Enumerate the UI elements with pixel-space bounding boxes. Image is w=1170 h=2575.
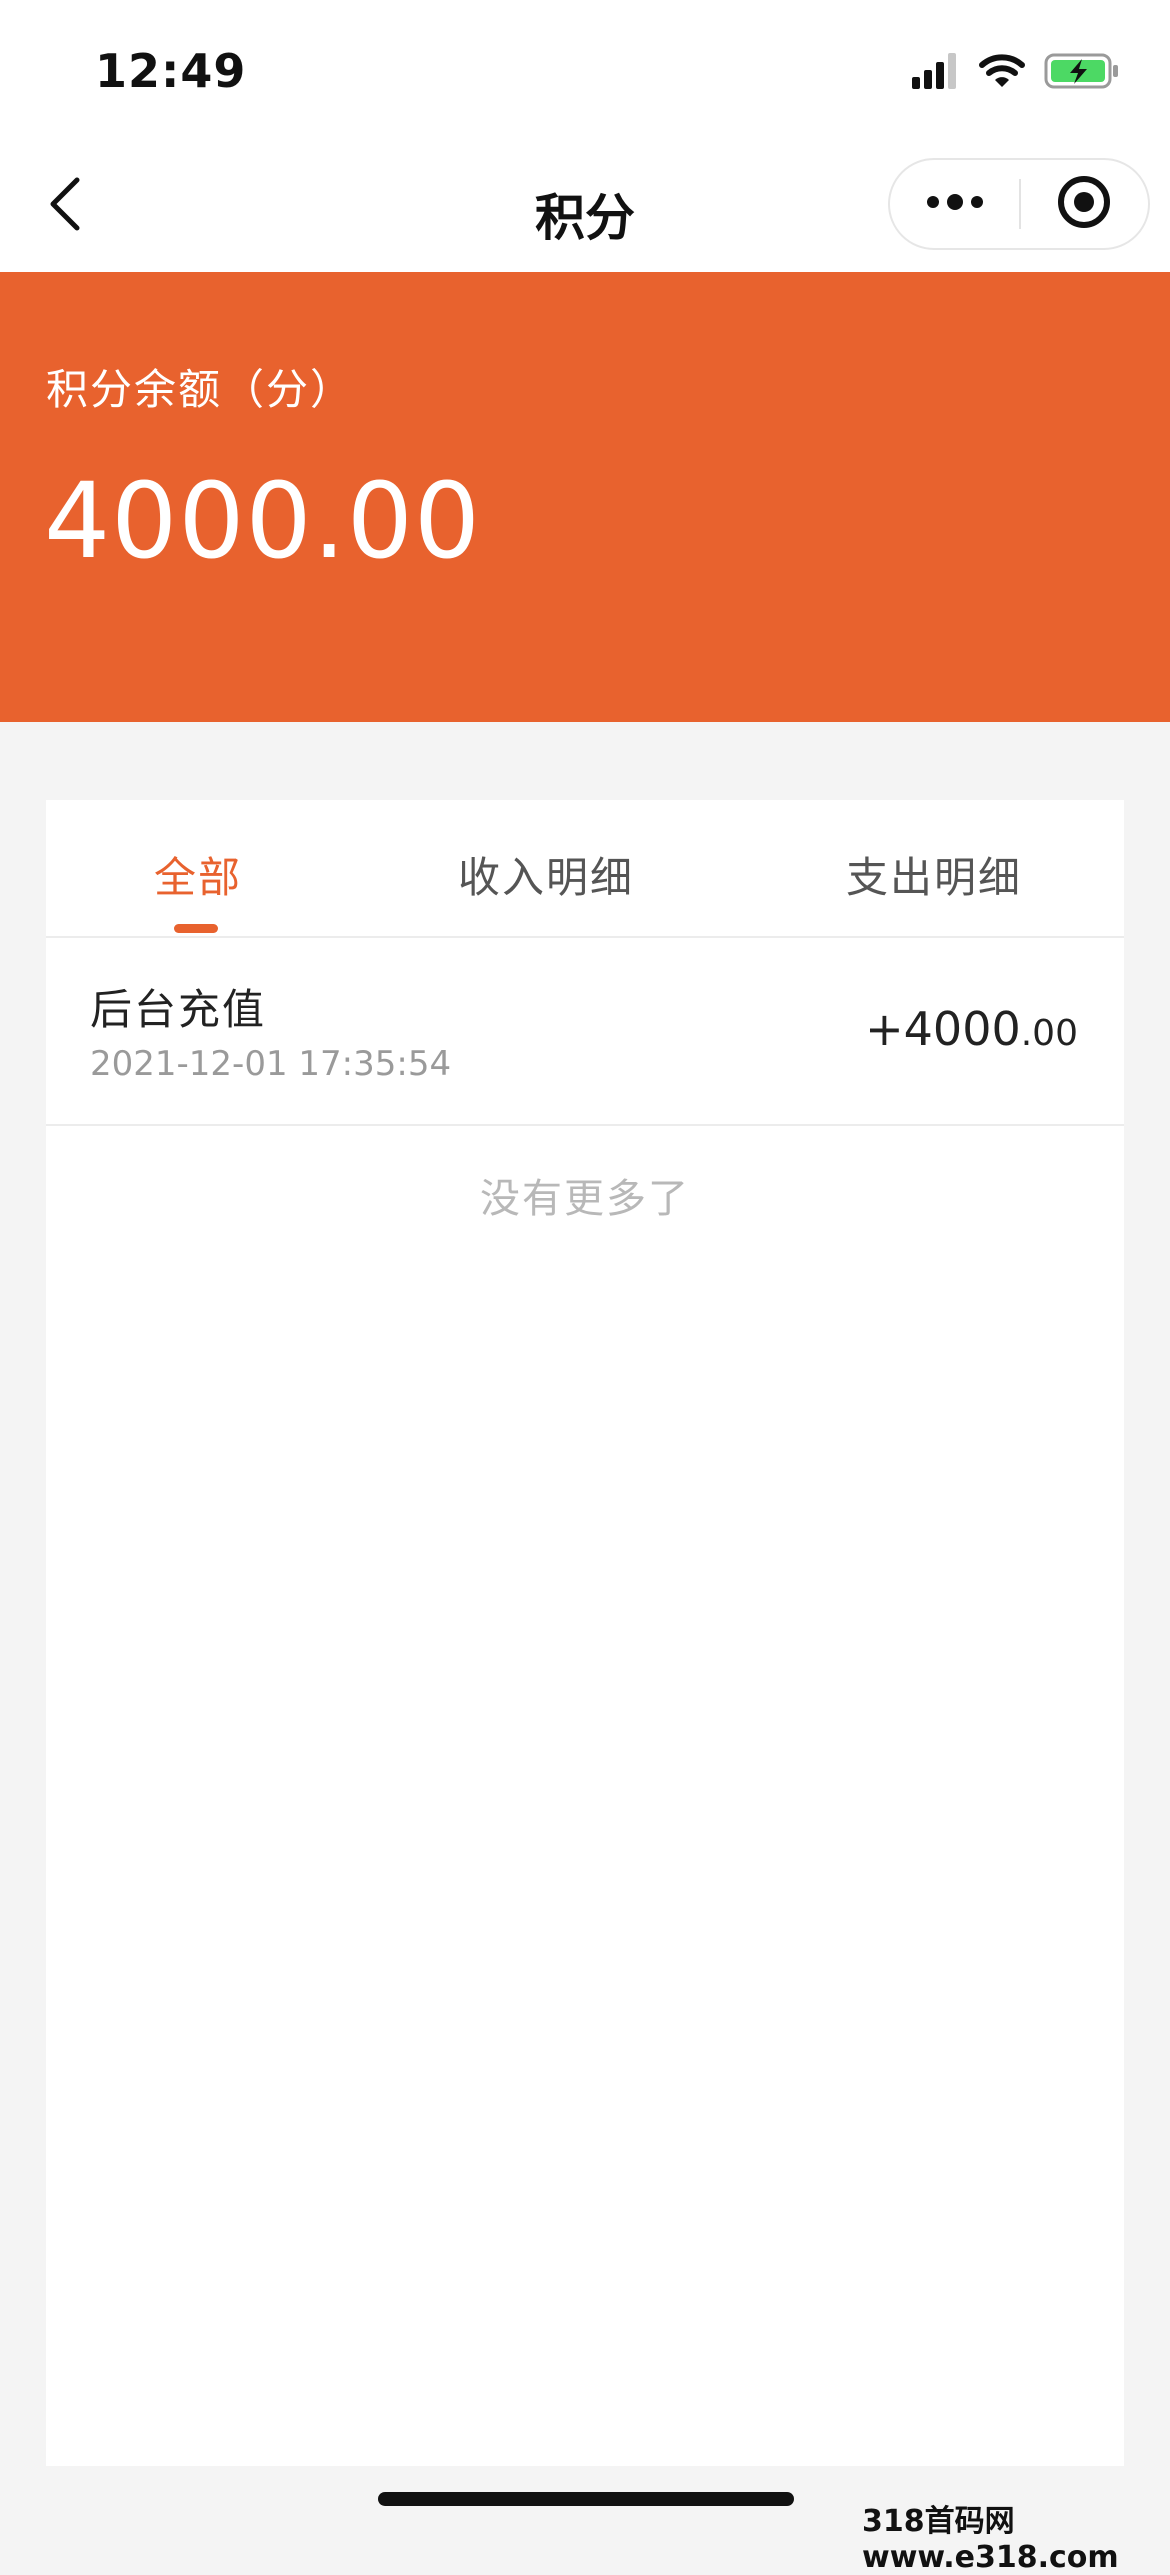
record-title: 后台充值	[90, 985, 267, 1034]
mini-program-capsule	[888, 158, 1150, 250]
nav-bar: 积分	[0, 140, 1170, 272]
status-time: 12:49	[95, 44, 247, 98]
close-target-icon	[1056, 174, 1112, 234]
home-indicator	[378, 2492, 794, 2506]
record-time: 2021-12-01 17:35:54	[90, 1044, 452, 1084]
wifi-icon	[978, 53, 1026, 93]
status-bar: 12:49	[0, 0, 1170, 140]
balance-banner: 积分余额（分） 4000.00	[0, 272, 1170, 722]
tab-expense[interactable]: 支出明细	[846, 844, 1022, 905]
record-tabs: 全部 收入明细 支出明细	[46, 800, 1124, 938]
record-amount-integer: +4000	[865, 1002, 1021, 1056]
tab-income[interactable]: 收入明细	[458, 844, 634, 905]
balance-label: 积分余额（分）	[46, 365, 355, 414]
records-card: 全部 收入明细 支出明细 后台充值 2021-12-01 17:35:54 +4…	[46, 800, 1124, 2466]
cellular-signal-icon	[912, 53, 960, 93]
battery-charging-icon	[1044, 51, 1120, 95]
active-tab-indicator	[174, 924, 218, 933]
record-amount-decimal: .00	[1020, 1013, 1078, 1054]
tab-all[interactable]: 全部	[154, 844, 242, 905]
watermark-text: 318首码网 www.e318.com	[862, 2504, 1119, 2575]
close-button[interactable]	[1021, 160, 1148, 248]
more-dots-icon	[925, 192, 985, 216]
more-button[interactable]	[890, 160, 1019, 248]
balance-amount: 4000.00	[44, 460, 482, 582]
record-amount: +4000.00	[865, 1002, 1078, 1056]
record-row[interactable]: 后台充值 2021-12-01 17:35:54 +4000.00	[46, 938, 1124, 1126]
status-icons	[912, 52, 1120, 94]
no-more-text: 没有更多了	[480, 1176, 690, 1222]
